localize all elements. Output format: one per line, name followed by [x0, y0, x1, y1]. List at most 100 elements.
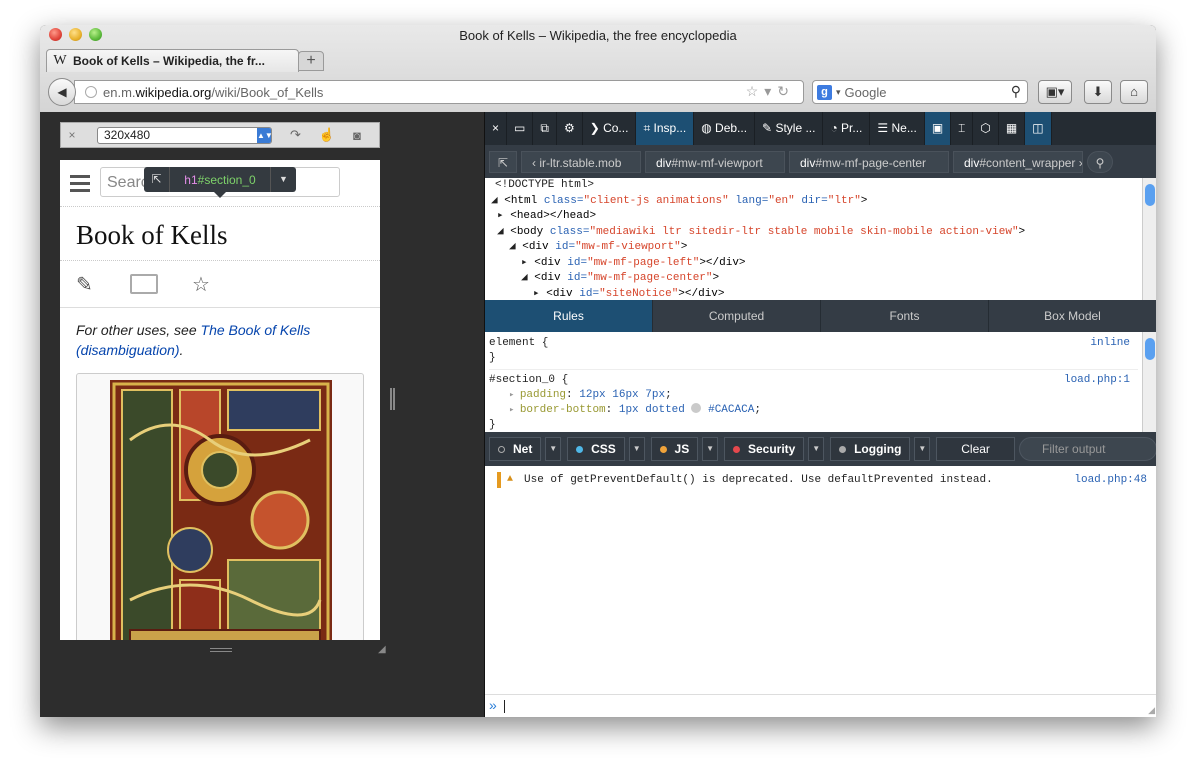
rotate-icon[interactable]: ↷ [290, 127, 301, 143]
edit-icon[interactable]: ✎ [76, 272, 93, 297]
search-bar[interactable]: g ▾ Google ⚲ [812, 80, 1028, 104]
tab-inspector[interactable]: ⌗ Insp... [636, 112, 695, 145]
back-arrow-icon: ◀ [57, 85, 67, 99]
viewport-resize-grip-icon[interactable]: ◢ [378, 644, 386, 655]
close-responsive-icon[interactable]: × [61, 128, 83, 142]
menu-icon[interactable] [70, 175, 90, 196]
scroll-thumb[interactable] [1145, 338, 1155, 360]
markup-left-node[interactable]: ▸ <div id="mw-mf-page-left"></div> [491, 256, 1139, 272]
css-dot [576, 445, 584, 453]
screenshot-icon[interactable]: ◙ [353, 128, 361, 143]
viewport-size-select[interactable]: 320x480 ▲▼ [97, 126, 273, 144]
css-dropdown-icon[interactable]: ▼ [628, 437, 645, 461]
viewport-width-handle[interactable] [390, 388, 395, 410]
color-swatch[interactable] [691, 403, 702, 413]
url-path: /wiki/Book_of_Kells [211, 84, 324, 100]
breadcrumb-item-1[interactable]: div#mw-mf-viewport [645, 150, 785, 173]
breadcrumb-item-3[interactable]: div#content_wrapper › [953, 150, 1083, 173]
responsive-toolbar: × 320x480 ▲▼ ↷ ☝ ◙ [60, 122, 380, 148]
net-dropdown-icon[interactable]: ▼ [545, 437, 562, 461]
prompt-icon: » [489, 697, 497, 713]
filter-net-button[interactable]: Net [489, 437, 542, 461]
resize-grip-icon[interactable]: ◢ [1148, 705, 1155, 716]
watch-star-icon[interactable]: ☆ [192, 272, 210, 297]
search-icon[interactable]: ⚲ [1087, 150, 1113, 173]
infobar-menu-icon[interactable]: ▼ [270, 167, 296, 192]
tab-profiler[interactable]: ◔ Pr... [823, 112, 871, 145]
tab-box-model[interactable]: Box Model [989, 300, 1156, 332]
clear-button[interactable]: Clear [936, 437, 1016, 461]
search-icon[interactable]: ⚲ [1011, 83, 1021, 100]
url-bar[interactable]: en.m. wikipedia.org/wiki/Book_of_Kells ☆▾… [74, 80, 804, 104]
infobar-arrow [214, 192, 226, 198]
3d-view-icon[interactable]: ⬡ [973, 112, 999, 145]
node-picker-icon[interactable]: ⇱ [144, 167, 170, 192]
engine-dropdown-icon[interactable]: ▾ [836, 87, 841, 98]
back-button[interactable]: ◀ [48, 78, 76, 106]
console-message-source[interactable]: load.php:48 [1074, 472, 1147, 488]
filter-logging-button[interactable]: Logging [830, 437, 911, 461]
filter-security-button[interactable]: Security [723, 437, 805, 461]
rule-source-inline[interactable]: inline [1090, 336, 1130, 351]
breadcrumb-item-2[interactable]: div#mw-mf-page-center [789, 150, 949, 173]
filter-output-input[interactable]: Filter output [1019, 437, 1156, 461]
rule-property-border[interactable]: ▸ border-bottom: 1px dotted #CACACA; [489, 403, 1138, 418]
markup-view[interactable]: <!DOCTYPE html> ◢ <html class="client-js… [485, 178, 1145, 300]
viewport-height-handle[interactable] [210, 648, 232, 652]
rule-section: #section_0 { load.php:1 ▸ padding: 12px … [489, 369, 1138, 433]
markup-html-node[interactable]: ◢ <html class="client-js animations" lan… [491, 194, 1139, 210]
js-dot [659, 445, 667, 453]
close-devtools-icon[interactable]: × [485, 112, 508, 145]
filter-js-button[interactable]: JS [650, 437, 699, 461]
markup-viewport-node[interactable]: ◢ <div id="mw-mf-viewport"> [491, 240, 1139, 256]
tab-debugger[interactable]: ◍ Deb... [694, 112, 756, 145]
js-dropdown-icon[interactable]: ▼ [702, 437, 718, 461]
window-title: Book of Kells – Wikipedia, the free ency… [459, 28, 737, 43]
tab-network[interactable]: ☰ Ne... [870, 112, 925, 145]
hatnote: For other uses, see The Book of Kells (d… [76, 322, 311, 358]
markup-scrollbar[interactable] [1142, 178, 1156, 300]
scroll-thumb[interactable] [1145, 184, 1155, 206]
responsive-mode-icon[interactable]: ◫ [1025, 112, 1052, 145]
console-input[interactable]: » ◢ [485, 694, 1156, 717]
logging-dropdown-icon[interactable]: ▼ [914, 437, 931, 461]
settings-gear-icon[interactable]: ⚙ [557, 112, 583, 145]
browser-tab[interactable]: W Book of Kells – Wikipedia, the fr... [46, 49, 299, 72]
warning-marker [497, 472, 501, 488]
security-dropdown-icon[interactable]: ▼ [808, 437, 825, 461]
node-infobar: ⇱ h1#section_0 ▼ [144, 167, 296, 192]
tab-style-editor[interactable]: ✎ Style ... [755, 112, 824, 145]
paintflashing-icon[interactable]: ⌶ [951, 112, 974, 145]
downloads-button[interactable]: ⬇ [1084, 80, 1112, 104]
markup-body-node[interactable]: ◢ <body class="mediawiki ltr sitedir-ltr… [491, 225, 1139, 241]
home-button[interactable]: ⌂ [1120, 80, 1148, 104]
bookmark-star-icon[interactable]: ☆▾↻ [746, 83, 795, 100]
touch-icon[interactable]: ☝ [319, 127, 335, 143]
markup-head-node[interactable]: ▸ <head></head> [491, 209, 1139, 225]
rule-source-link[interactable]: load.php:1 [1064, 373, 1130, 388]
markup-center-node[interactable]: ◢ <div id="mw-mf-page-center"> [491, 271, 1139, 287]
markup-doctype: <!DOCTYPE html> [495, 179, 595, 191]
scratchpad-icon[interactable]: ▦ [999, 112, 1026, 145]
breadcrumb-item-0[interactable]: ‹ ir-ltr.stable.mob [521, 150, 641, 173]
dock-icon[interactable]: ▭ [507, 112, 534, 145]
bookmarks-button[interactable]: ▣▾ [1038, 80, 1072, 104]
image-thumbnail[interactable] [76, 373, 364, 640]
node-picker-icon[interactable]: ⇱ [489, 150, 517, 173]
responsive-design-pane: × 320x480 ▲▼ ↷ ☝ ◙ Search ⇱ h1#section_0… [40, 112, 484, 717]
upload-image-icon[interactable] [130, 274, 158, 294]
tab-computed[interactable]: Computed [653, 300, 821, 332]
tab-fonts[interactable]: Fonts [821, 300, 989, 332]
devtools-pane: × ▭ ⧉ ⚙ ❯ Co... ⌗ Insp... ◍ Deb... ✎ Sty… [484, 112, 1156, 717]
logging-dot [839, 445, 847, 453]
tab-console[interactable]: ❯ Co... [583, 112, 637, 145]
rules-scrollbar[interactable] [1142, 332, 1156, 432]
new-tab-button[interactable]: + [298, 51, 324, 71]
filter-css-button[interactable]: CSS [567, 437, 625, 461]
console-output: ▲ Use of getPreventDefault() is deprecat… [485, 466, 1156, 694]
undock-icon[interactable]: ⧉ [533, 112, 557, 145]
rule-property-padding[interactable]: ▸ padding: 12px 16px 7px; [489, 388, 1138, 403]
rules-view: element { inline } #section_0 { load.php… [485, 332, 1142, 432]
tab-rules[interactable]: Rules [485, 300, 653, 332]
split-console-icon[interactable]: ▣ [924, 112, 952, 145]
